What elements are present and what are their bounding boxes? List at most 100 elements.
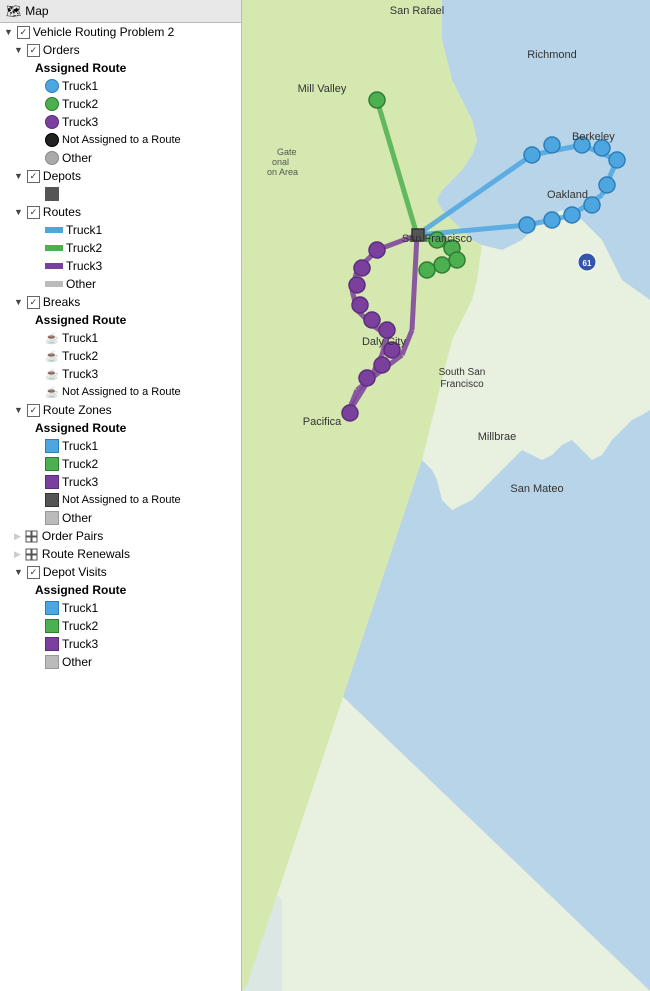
root-label: Vehicle Routing Problem 2 — [33, 25, 174, 39]
route-renewals-arrow[interactable]: ▶ — [14, 549, 21, 560]
orders-not-assigned-item: Not Assigned to a Route — [0, 131, 241, 149]
label-south-sf2: Francisco — [440, 379, 484, 390]
breaks-truck3-icon: ☕ — [45, 367, 59, 381]
label-south-sf: South San — [439, 367, 486, 378]
orders-assigned-route-header: Assigned Route — [0, 59, 241, 77]
rz-not-assigned-label: Not Assigned to a Route — [62, 494, 181, 506]
root-checkbox[interactable]: ✓ — [17, 26, 30, 39]
rz-other-item: Other — [0, 509, 241, 527]
routes-truck1-item: Truck1 — [0, 221, 241, 239]
depot-visits-label: Depot Visits — [43, 565, 107, 579]
label-daly-city: Daly City — [362, 336, 407, 348]
route-zones-arrow[interactable]: ▼ — [14, 405, 23, 415]
breaks-label: Breaks — [43, 295, 80, 309]
orders-checkbox[interactable]: ✓ — [27, 44, 40, 57]
label-berkeley: Berkeley — [572, 131, 615, 143]
expand-arrow[interactable]: ▼ — [4, 27, 13, 37]
rz-truck1-label: Truck1 — [62, 439, 98, 453]
orders-other-item: Other — [0, 149, 241, 167]
label-mill-valley: Mill Valley — [298, 83, 347, 95]
label-gate: Gate — [277, 147, 297, 157]
rz-truck3-icon — [45, 475, 59, 489]
orders-arrow[interactable]: ▼ — [14, 45, 23, 55]
depots-label: Depots — [43, 169, 81, 183]
rz-truck2-label: Truck2 — [62, 457, 98, 471]
map-svg: San Rafael Richmond Mill Valley Berkeley… — [242, 0, 650, 991]
orders-truck2-icon — [45, 97, 59, 111]
map-icon: 🗺 — [6, 4, 21, 18]
orders-truck2-item: Truck2 — [0, 95, 241, 113]
route-renewals-label: Route Renewals — [42, 547, 130, 561]
routes-truck1-icon — [45, 227, 63, 233]
rz-truck1-item: Truck1 — [0, 437, 241, 455]
left-panel[interactable]: 🗺 Map ▼ ✓ Vehicle Routing Problem 2 ▼ ✓ … — [0, 0, 242, 991]
rz-truck3-label: Truck3 — [62, 475, 98, 489]
routes-truck3-label: Truck3 — [66, 259, 102, 273]
route-zones-checkbox[interactable]: ✓ — [27, 404, 40, 417]
breaks-truck3-item: ☕ Truck3 — [0, 365, 241, 383]
routes-truck2-label: Truck2 — [66, 241, 102, 255]
routes-truck3-icon — [45, 263, 63, 269]
label-millbrae: Millbrae — [478, 431, 517, 443]
orders-truck3-label: Truck3 — [62, 115, 98, 129]
breaks-truck3-label: Truck3 — [62, 367, 98, 381]
breaks-arrow[interactable]: ▼ — [14, 297, 23, 307]
routes-item[interactable]: ▼ ✓ Routes — [0, 203, 241, 221]
depot-visits-item[interactable]: ▼ ✓ Depot Visits — [0, 563, 241, 581]
map-panel[interactable]: San Rafael Richmond Mill Valley Berkeley… — [242, 0, 650, 991]
dv-truck3-item: Truck3 — [0, 635, 241, 653]
panel-title: Map — [25, 4, 48, 18]
breaks-not-assigned-item: ☕ Not Assigned to a Route — [0, 383, 241, 401]
routes-other-icon — [45, 281, 63, 287]
route-zones-label: Route Zones — [43, 403, 112, 417]
rz-truck2-icon — [45, 457, 59, 471]
breaks-assigned-route-label: Assigned Route — [35, 313, 126, 327]
breaks-assigned-route-header: Assigned Route — [0, 311, 241, 329]
orders-other-label: Other — [62, 151, 92, 165]
root-item[interactable]: ▼ ✓ Vehicle Routing Problem 2 — [0, 23, 241, 41]
orders-item[interactable]: ▼ ✓ Orders — [0, 41, 241, 59]
rz-truck1-icon — [45, 439, 59, 453]
label-richmond: Richmond — [527, 49, 577, 61]
route-zones-item[interactable]: ▼ ✓ Route Zones — [0, 401, 241, 419]
orders-truck3-item: Truck3 — [0, 113, 241, 131]
breaks-truck1-item: ☕ Truck1 — [0, 329, 241, 347]
depots-arrow[interactable]: ▼ — [14, 171, 23, 181]
dv-truck1-label: Truck1 — [62, 601, 98, 615]
routes-other-item: Other — [0, 275, 241, 293]
breaks-truck2-label: Truck2 — [62, 349, 98, 363]
rz-other-label: Other — [62, 511, 92, 525]
routes-truck1-label: Truck1 — [66, 223, 102, 237]
breaks-checkbox[interactable]: ✓ — [27, 296, 40, 309]
orders-truck2-label: Truck2 — [62, 97, 98, 111]
route-zones-assigned-header: Assigned Route — [0, 419, 241, 437]
depot-visits-arrow[interactable]: ▼ — [14, 567, 23, 577]
dv-truck2-item: Truck2 — [0, 617, 241, 635]
depot-visits-checkbox[interactable]: ✓ — [27, 566, 40, 579]
route-renewals-item[interactable]: ▶ Route Renewals — [0, 545, 241, 563]
dv-other-item: Other — [0, 653, 241, 671]
orders-assigned-route-label: Assigned Route — [35, 61, 126, 75]
orders-not-assigned-icon — [45, 133, 59, 147]
breaks-item[interactable]: ▼ ✓ Breaks — [0, 293, 241, 311]
dv-truck3-icon — [45, 637, 59, 651]
label-san-rafael: San Rafael — [390, 5, 444, 17]
dv-truck2-label: Truck2 — [62, 619, 98, 633]
dv-truck2-icon — [45, 619, 59, 633]
svg-text:61: 61 — [583, 259, 592, 268]
routes-arrow[interactable]: ▼ — [14, 207, 23, 217]
breaks-not-assigned-label: Not Assigned to a Route — [62, 386, 181, 398]
orders-not-assigned-label: Not Assigned to a Route — [62, 134, 181, 146]
depots-checkbox[interactable]: ✓ — [27, 170, 40, 183]
dv-other-label: Other — [62, 655, 92, 669]
routes-checkbox[interactable]: ✓ — [27, 206, 40, 219]
order-pairs-arrow[interactable]: ▶ — [14, 531, 21, 542]
dv-truck1-icon — [45, 601, 59, 615]
order-pairs-item[interactable]: ▶ Order Pairs — [0, 527, 241, 545]
routes-other-label: Other — [66, 277, 96, 291]
depots-item[interactable]: ▼ ✓ Depots — [0, 167, 241, 185]
breaks-truck2-icon: ☕ — [45, 349, 59, 363]
routes-label: Routes — [43, 205, 81, 219]
label-area: onal — [272, 157, 289, 167]
order-pairs-label: Order Pairs — [42, 529, 103, 543]
